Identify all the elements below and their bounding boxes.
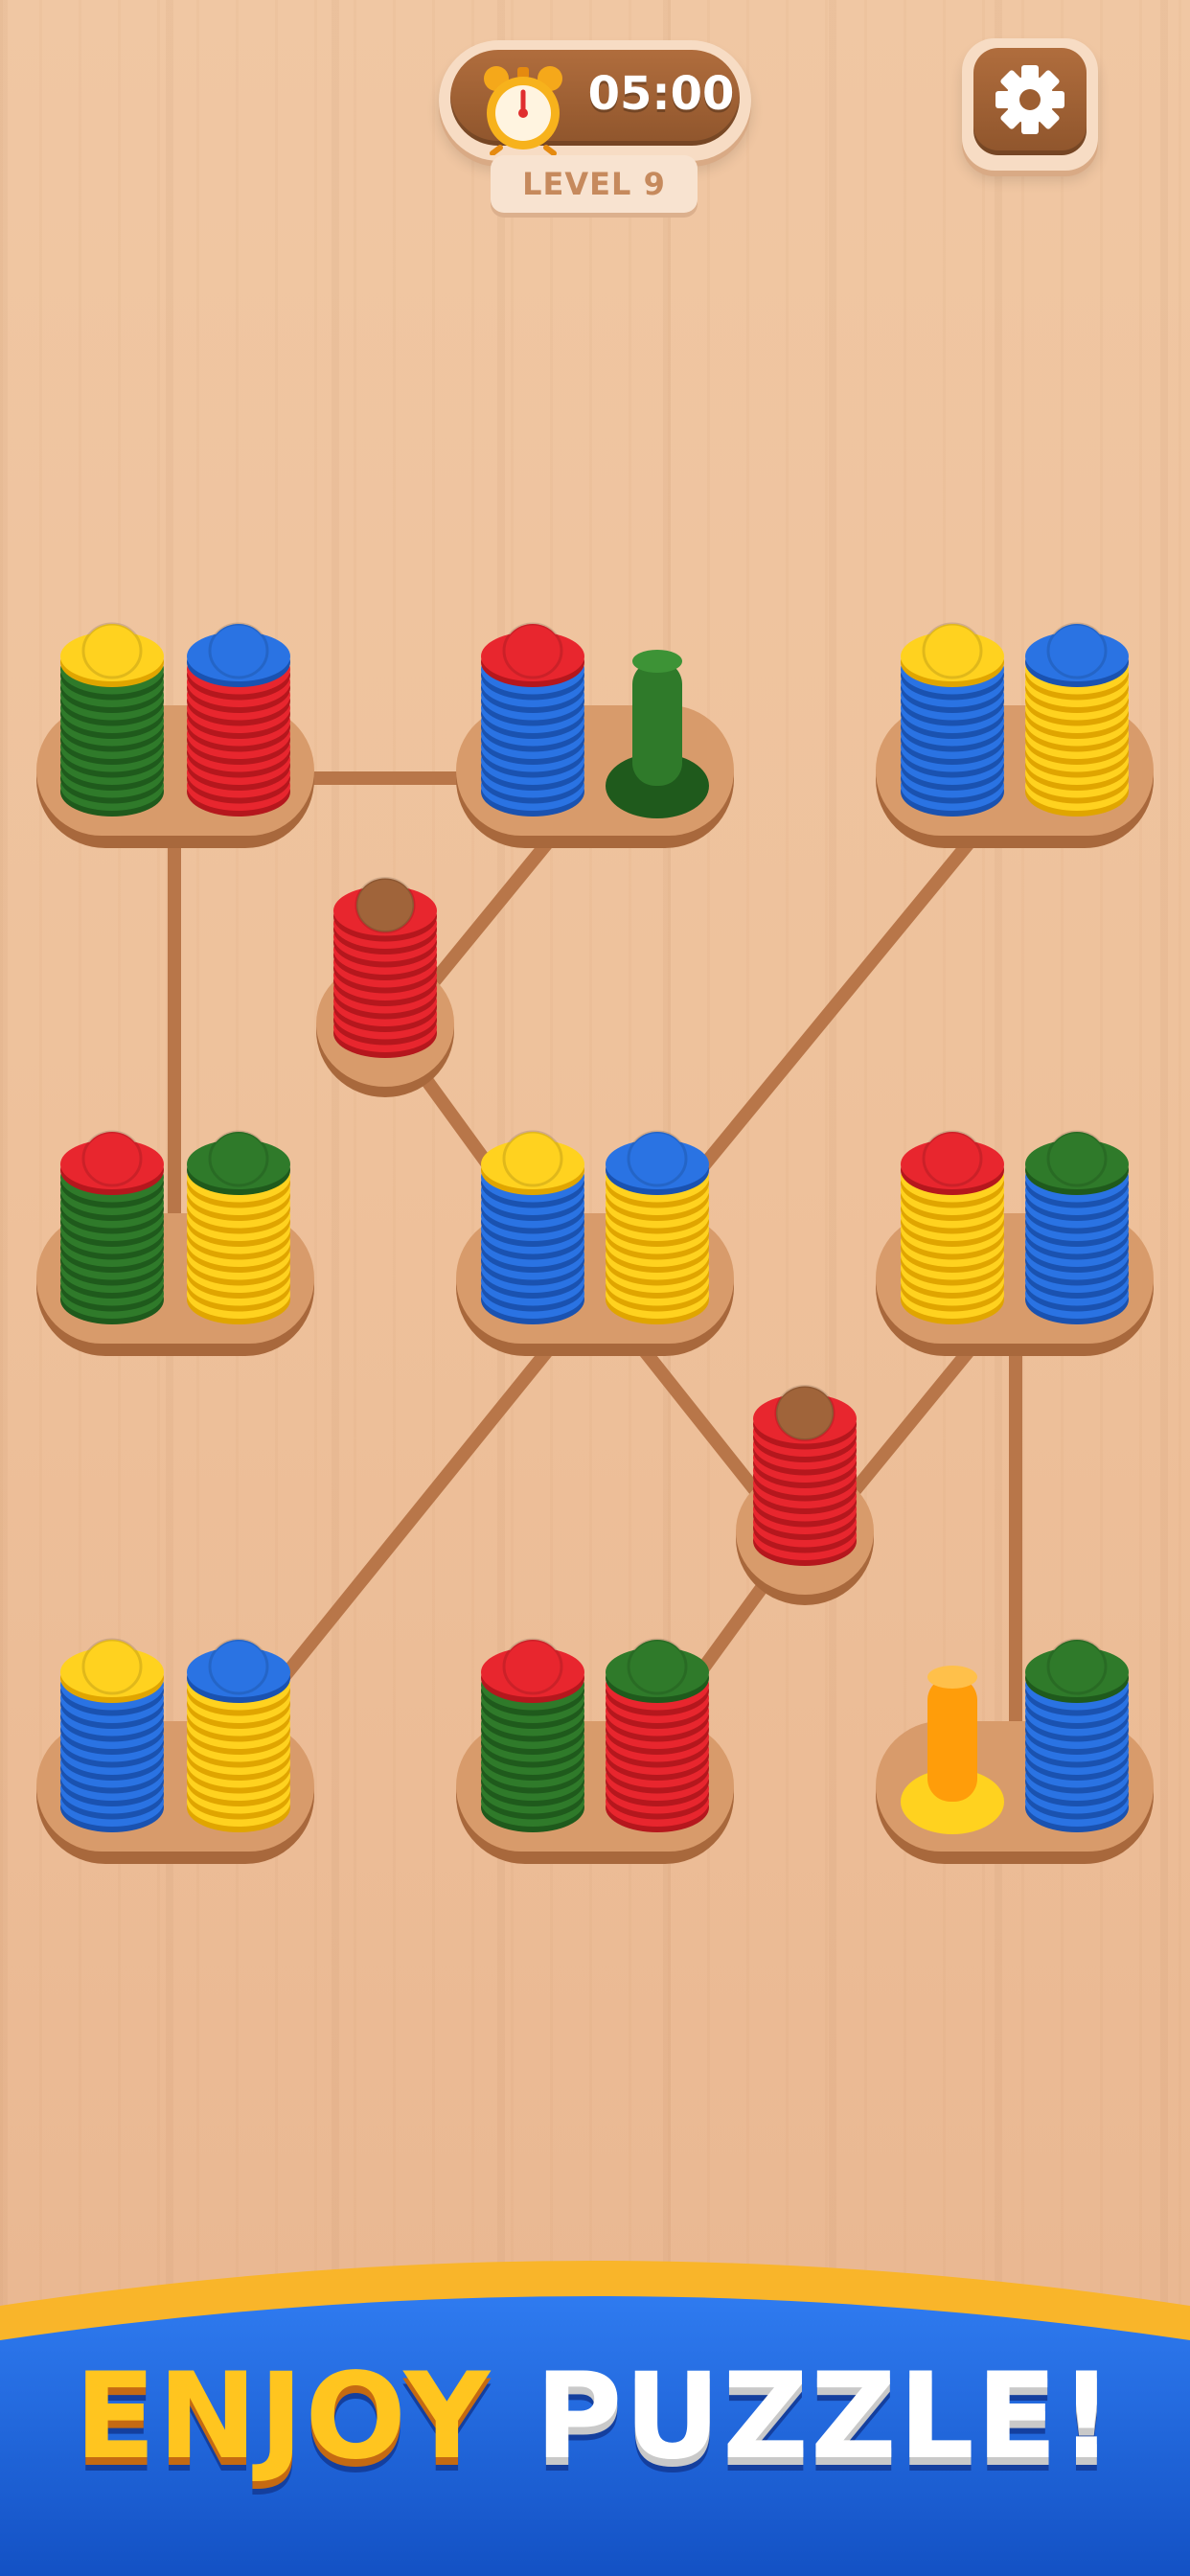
banner-title: ENJOY PUZZLE! (0, 2348, 1190, 2486)
peg-p20[interactable] (1025, 1638, 1129, 1832)
timer-value: 05:00 (587, 67, 735, 121)
level-label: LEVEL 9 (491, 155, 698, 213)
gear-icon (995, 65, 1064, 134)
peg-p6[interactable] (1025, 622, 1129, 816)
peg-p3[interactable] (481, 622, 584, 816)
banner-word-puzzle: PUZZLE! (535, 2348, 1116, 2486)
peg-p5[interactable] (901, 622, 1004, 816)
peg-p8[interactable] (60, 1130, 164, 1324)
peg-top-blue (208, 1638, 269, 1695)
alarm-clock-icon (484, 66, 562, 155)
settings-button-face[interactable] (973, 48, 1087, 155)
peg-p1[interactable] (60, 622, 164, 816)
peg-top-yellow (502, 1130, 563, 1187)
peg-p13[interactable] (1025, 1130, 1129, 1324)
peg-top-red (502, 1638, 563, 1695)
peg-p14[interactable] (753, 1385, 857, 1567)
timer-panel: 05:00 (439, 40, 751, 161)
rope (415, 832, 558, 1003)
peg-p17[interactable] (481, 1638, 584, 1832)
peg-p11[interactable] (606, 1130, 709, 1324)
peg-top-brown (774, 1385, 835, 1441)
peg-top-blue (208, 622, 269, 679)
banner-word-enjoy: ENJOY (74, 2348, 492, 2486)
peg-top-yellow (81, 1638, 143, 1695)
peg-post (632, 661, 682, 786)
rope (678, 832, 979, 1195)
peg-cap (927, 1666, 977, 1689)
peg-p10[interactable] (481, 1130, 584, 1324)
peg-p9[interactable] (187, 1130, 290, 1324)
rope (630, 1335, 773, 1511)
peg-p18[interactable] (606, 1638, 709, 1832)
peg-p15[interactable] (60, 1638, 164, 1832)
game-board (36, 622, 1154, 1864)
peg-p7[interactable] (333, 877, 437, 1059)
peg-top-red (502, 622, 563, 679)
peg-top-brown (355, 877, 416, 933)
peg-top-green (1046, 1130, 1108, 1187)
peg-p2[interactable] (187, 622, 290, 816)
peg-cap (632, 650, 682, 673)
peg-top-green (627, 1638, 688, 1695)
peg-top-red (81, 1130, 143, 1187)
rope (262, 1340, 558, 1703)
peg-p16[interactable] (187, 1638, 290, 1832)
peg-top-green (1046, 1638, 1108, 1695)
rope (836, 1340, 979, 1511)
peg-top-yellow (922, 622, 983, 679)
peg-p12[interactable] (901, 1130, 1004, 1324)
peg-top-blue (1046, 622, 1108, 679)
peg-top-red (922, 1130, 983, 1187)
peg-top-blue (627, 1130, 688, 1187)
peg-top-green (208, 1130, 269, 1187)
peg-top-yellow (81, 622, 143, 679)
timer-inner: 05:00 (450, 50, 740, 155)
peg-post (927, 1677, 977, 1802)
settings-button[interactable] (962, 38, 1098, 171)
